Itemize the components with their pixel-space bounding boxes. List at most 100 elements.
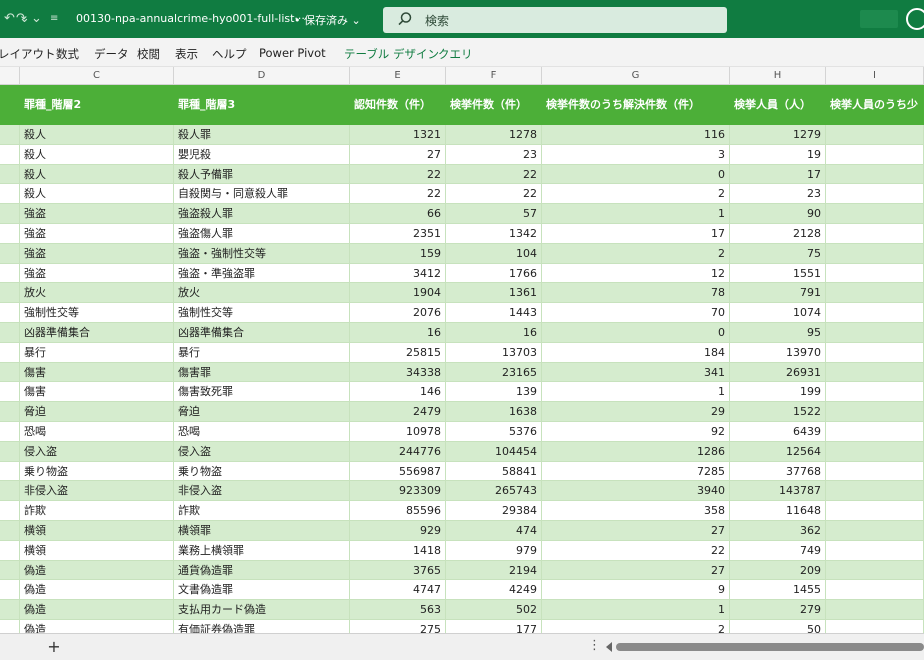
- table-cell[interactable]: 3412: [350, 263, 446, 283]
- table-cell[interactable]: 1361: [446, 283, 542, 303]
- table-cell[interactable]: 偽造: [20, 600, 174, 620]
- table-cell[interactable]: [0, 580, 20, 600]
- table-cell[interactable]: 1: [542, 600, 730, 620]
- table-cell[interactable]: 強盗・強制性交等: [174, 243, 350, 263]
- table-cell[interactable]: 殺人罪: [174, 125, 350, 144]
- table-cell[interactable]: 詐欺: [174, 501, 350, 521]
- table-cell[interactable]: 37768: [730, 461, 826, 481]
- table-cell[interactable]: [0, 362, 20, 382]
- table-cell[interactable]: 556987: [350, 461, 446, 481]
- table-cell[interactable]: 非侵入盗: [20, 481, 174, 501]
- column-header-h[interactable]: H: [730, 67, 826, 85]
- table-cell[interactable]: 殺人予備罪: [174, 164, 350, 184]
- table-cell[interactable]: 4249: [446, 580, 542, 600]
- table-cell[interactable]: 脅迫: [174, 402, 350, 422]
- more-options-icon[interactable]: ⋮: [588, 638, 601, 653]
- table-cell[interactable]: 244776: [350, 441, 446, 461]
- table-cell[interactable]: [826, 421, 924, 441]
- table-cell[interactable]: 29384: [446, 501, 542, 521]
- table-cell[interactable]: 乗り物盗: [20, 461, 174, 481]
- table-cell[interactable]: 95: [730, 322, 826, 342]
- table-cell[interactable]: 27: [542, 520, 730, 540]
- table-cell[interactable]: 殺人: [20, 184, 174, 204]
- table-cell[interactable]: 5376: [446, 421, 542, 441]
- table-cell[interactable]: 自殺関与・同意殺人罪: [174, 184, 350, 204]
- table-cell[interactable]: [826, 283, 924, 303]
- table-cell[interactable]: 75: [730, 243, 826, 263]
- table-cell[interactable]: 脅迫: [20, 402, 174, 422]
- table-cell[interactable]: 傷害: [20, 362, 174, 382]
- table-cell[interactable]: [0, 223, 20, 243]
- table-cell[interactable]: 強盗・準強盗罪: [174, 263, 350, 283]
- table-cell[interactable]: 13703: [446, 342, 542, 362]
- table-cell[interactable]: [826, 164, 924, 184]
- table-cell[interactable]: [0, 204, 20, 224]
- table-cell[interactable]: 業務上横領罪: [174, 540, 350, 560]
- table-cell[interactable]: 1904: [350, 283, 446, 303]
- table-cell[interactable]: 139: [446, 382, 542, 402]
- column-header-c[interactable]: C: [20, 67, 174, 85]
- table-cell[interactable]: 3765: [350, 560, 446, 580]
- table-cell[interactable]: 強盗: [20, 223, 174, 243]
- table-cell[interactable]: [0, 441, 20, 461]
- tab-help[interactable]: ヘルプ: [212, 46, 247, 62]
- table-cell[interactable]: 殺人: [20, 164, 174, 184]
- table-cell[interactable]: 23: [446, 144, 542, 164]
- table-cell[interactable]: 詐欺: [20, 501, 174, 521]
- table-cell[interactable]: 104: [446, 243, 542, 263]
- file-name[interactable]: 00130-npa-annualcrime-hyo001-full-list··…: [76, 12, 305, 25]
- table-cell[interactable]: 暴行: [174, 342, 350, 362]
- table-cell[interactable]: [826, 144, 924, 164]
- table-cell[interactable]: [826, 362, 924, 382]
- table-cell[interactable]: 563: [350, 600, 446, 620]
- table-cell[interactable]: [826, 382, 924, 402]
- table-cell[interactable]: 26931: [730, 362, 826, 382]
- table-cell[interactable]: [826, 402, 924, 422]
- table-cell[interactable]: [826, 580, 924, 600]
- table-cell[interactable]: [0, 481, 20, 501]
- table-cell[interactable]: 90: [730, 204, 826, 224]
- column-header-i[interactable]: I: [826, 67, 924, 85]
- table-cell[interactable]: 偽造: [20, 560, 174, 580]
- table-cell[interactable]: [826, 263, 924, 283]
- table-cell[interactable]: 923309: [350, 481, 446, 501]
- table-cell[interactable]: 27: [542, 560, 730, 580]
- table-cell[interactable]: 11648: [730, 501, 826, 521]
- table-cell[interactable]: [0, 501, 20, 521]
- table-cell[interactable]: 横領: [20, 540, 174, 560]
- table-cell[interactable]: [0, 144, 20, 164]
- header-cell[interactable]: 検挙人員のうち少: [826, 85, 924, 125]
- table-cell[interactable]: 強盗: [20, 263, 174, 283]
- table-cell[interactable]: 2128: [730, 223, 826, 243]
- table-cell[interactable]: 0: [542, 164, 730, 184]
- table-cell[interactable]: 横領: [20, 520, 174, 540]
- table-cell[interactable]: 放火: [20, 283, 174, 303]
- redo-icon[interactable]: ↷ ⌄: [16, 11, 42, 26]
- table-cell[interactable]: 143787: [730, 481, 826, 501]
- table-cell[interactable]: 184: [542, 342, 730, 362]
- table-cell[interactable]: 12: [542, 263, 730, 283]
- table-cell[interactable]: 暴行: [20, 342, 174, 362]
- table-cell[interactable]: 偽造: [20, 580, 174, 600]
- table-cell[interactable]: 104454: [446, 441, 542, 461]
- table-cell[interactable]: [826, 184, 924, 204]
- table-cell[interactable]: 116: [542, 125, 730, 144]
- table-cell[interactable]: 22: [350, 164, 446, 184]
- table-cell[interactable]: 侵入盗: [174, 441, 350, 461]
- tab-layout[interactable]: レイアウト: [0, 46, 56, 62]
- table-cell[interactable]: 2194: [446, 560, 542, 580]
- table-cell[interactable]: 1278: [446, 125, 542, 144]
- table-cell[interactable]: 1279: [730, 125, 826, 144]
- table-cell[interactable]: 6439: [730, 421, 826, 441]
- header-cell[interactable]: 罪種_階層3: [174, 85, 350, 125]
- table-cell[interactable]: 7285: [542, 461, 730, 481]
- table-cell[interactable]: 29: [542, 402, 730, 422]
- save-status[interactable]: • 保存済み ⌄: [294, 12, 361, 28]
- table-cell[interactable]: 10978: [350, 421, 446, 441]
- table-cell[interactable]: 非侵入盗: [174, 481, 350, 501]
- table-cell[interactable]: 358: [542, 501, 730, 521]
- table-cell[interactable]: 放火: [174, 283, 350, 303]
- table-cell[interactable]: 16: [350, 322, 446, 342]
- table-cell[interactable]: [826, 125, 924, 144]
- table-cell[interactable]: 強制性交等: [20, 303, 174, 323]
